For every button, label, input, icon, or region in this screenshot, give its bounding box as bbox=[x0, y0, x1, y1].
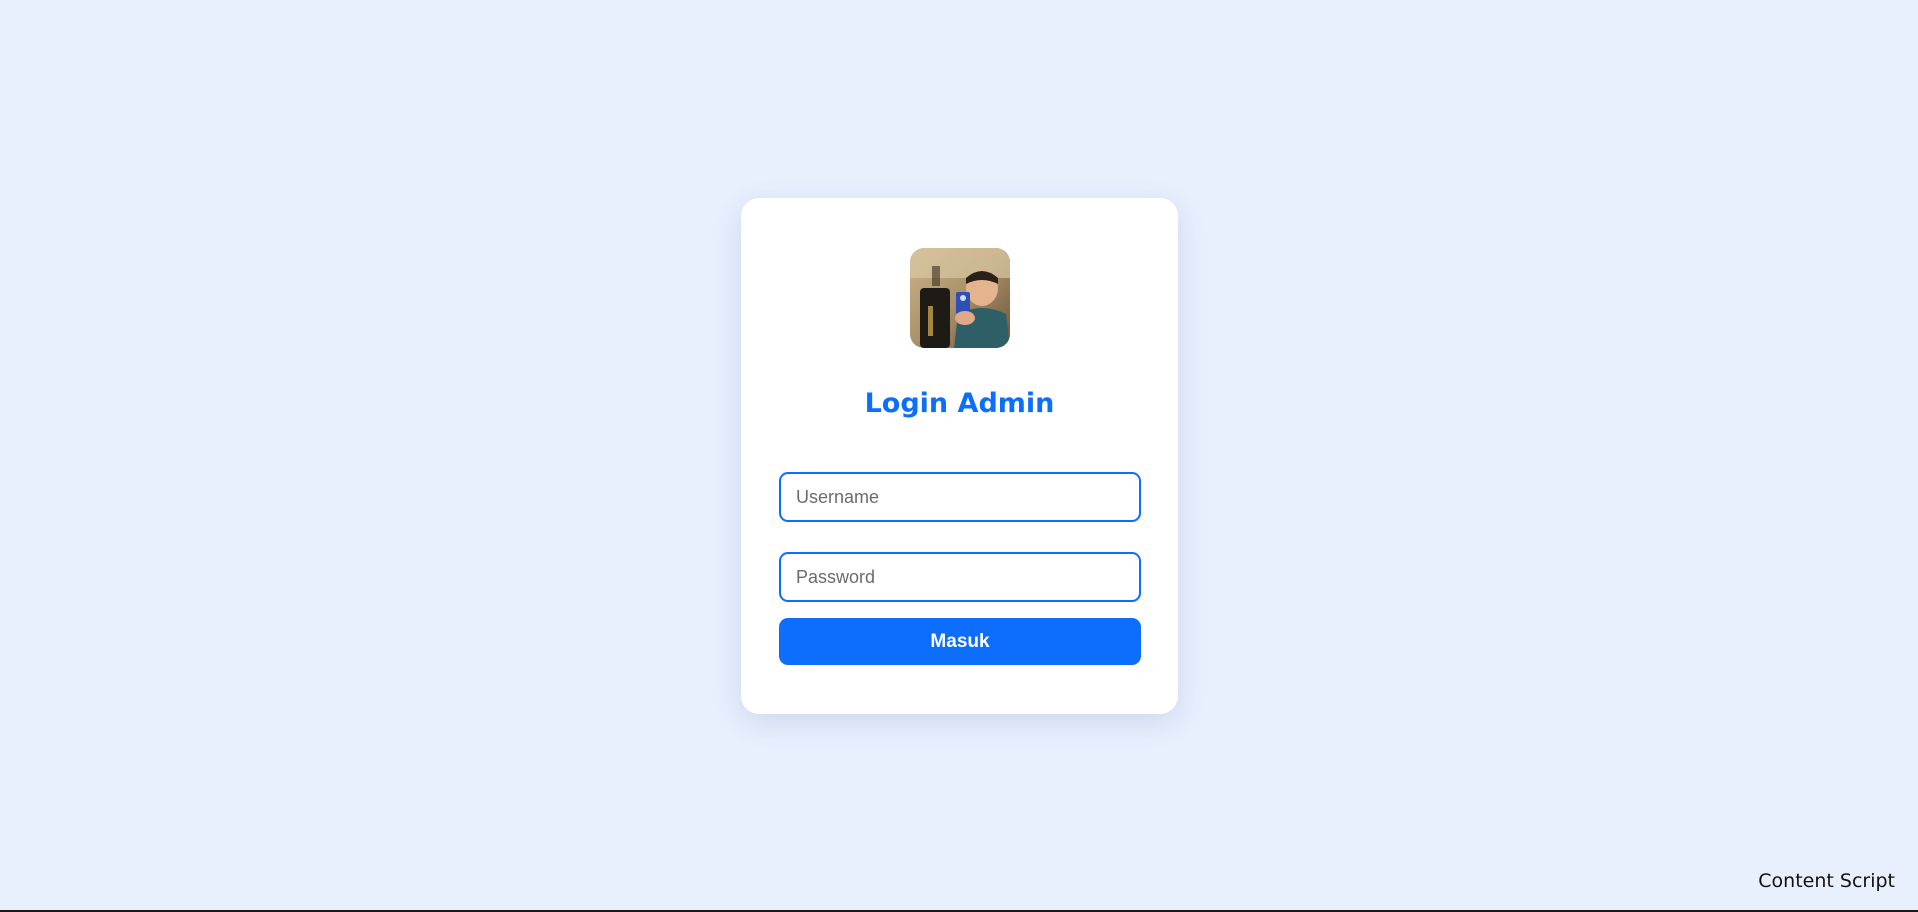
admin-avatar bbox=[910, 248, 1010, 348]
login-submit-button[interactable]: Masuk bbox=[779, 618, 1141, 665]
username-input[interactable] bbox=[779, 472, 1141, 522]
avatar-photo bbox=[910, 248, 1010, 348]
login-card: Login Admin Masuk bbox=[741, 198, 1178, 714]
content-script-label: Content Script bbox=[1758, 870, 1895, 892]
login-title: Login Admin bbox=[864, 388, 1055, 419]
password-input[interactable] bbox=[779, 552, 1141, 602]
